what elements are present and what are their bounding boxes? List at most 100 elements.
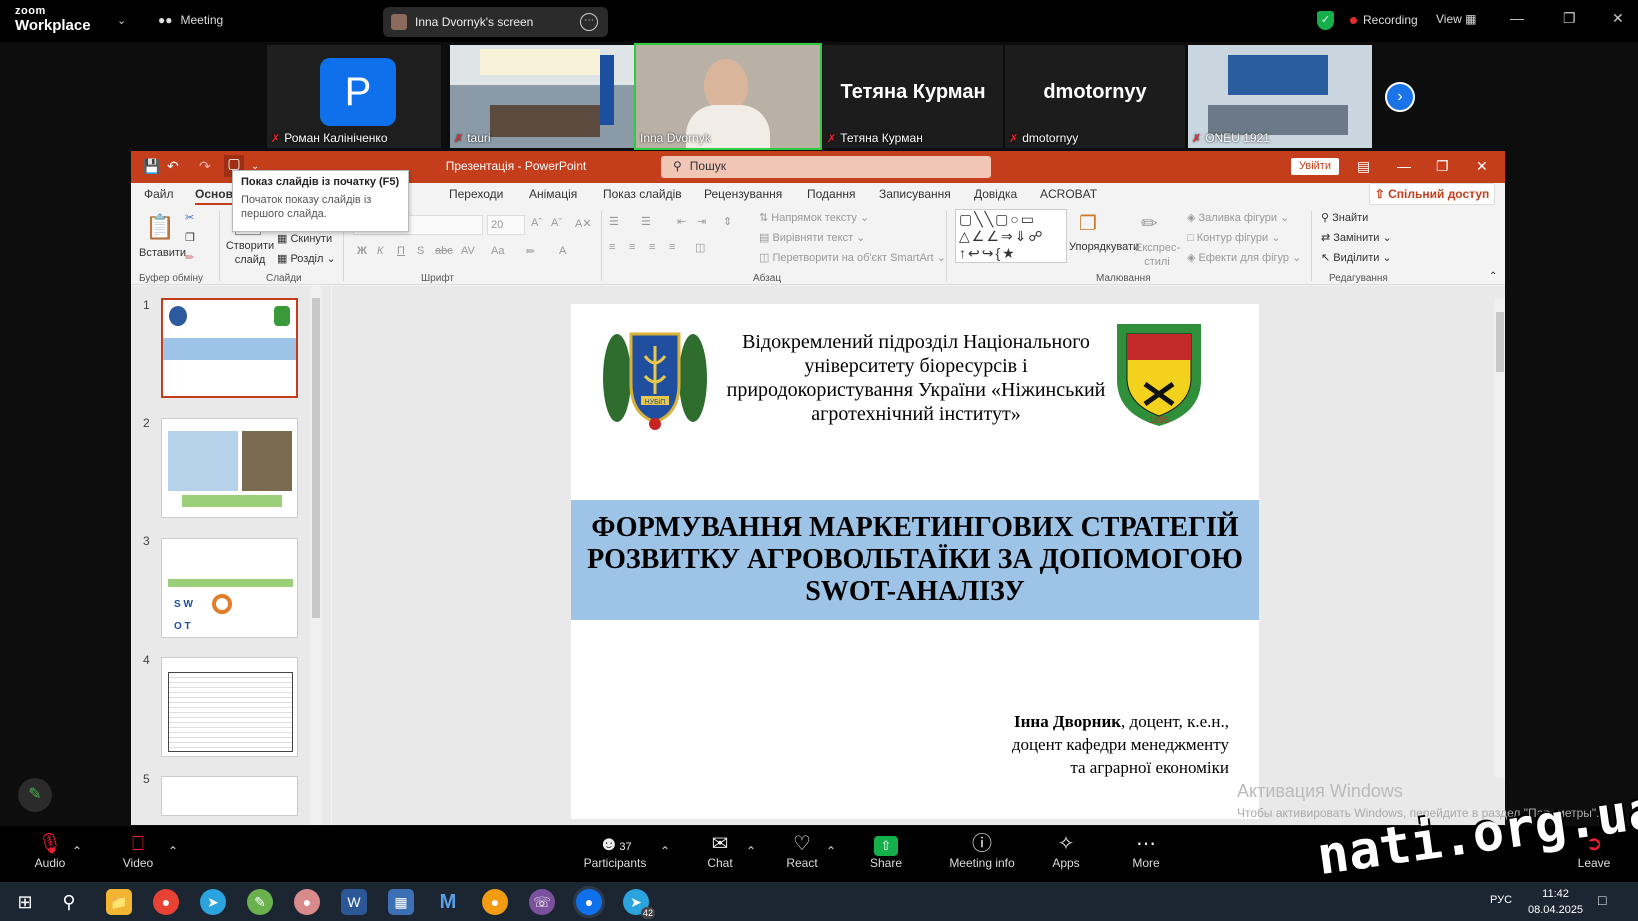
zoom-icon[interactable]: ● bbox=[576, 889, 602, 915]
slide-thumbnail-5[interactable] bbox=[161, 776, 298, 816]
view-button[interactable]: View ▦ bbox=[1436, 12, 1476, 26]
sign-in-button[interactable]: Увійти bbox=[1291, 158, 1339, 175]
format-painter-icon[interactable]: ✏ bbox=[185, 251, 194, 264]
share-screen-button[interactable]: ⇧ Share bbox=[866, 832, 906, 870]
shapes-gallery[interactable]: ▢╲╲▢○▭ △∠∠⇒⇓☍ ↑↩↪{★ bbox=[955, 209, 1067, 263]
telegram-icon-2[interactable]: ➤ 42 bbox=[623, 889, 655, 919]
shape-outline-button[interactable]: □ Контур фігури ⌄ bbox=[1187, 231, 1280, 244]
thumb-scrollbar[interactable] bbox=[311, 286, 321, 825]
shape-fill-button[interactable]: ◈ Заливка фігури ⌄ bbox=[1187, 211, 1289, 224]
participants-button[interactable]: ☻37 Participants bbox=[580, 832, 650, 870]
close-icon[interactable]: ✕ bbox=[1612, 10, 1624, 27]
shape-effects-button[interactable]: ◈ Ефекти для фігур ⌄ bbox=[1187, 251, 1301, 264]
strikethrough-icon[interactable]: abc bbox=[435, 245, 453, 257]
line-spacing-icon[interactable]: ⇕ bbox=[723, 215, 732, 228]
replace-button[interactable]: ⇄ Замінити ⌄ bbox=[1321, 231, 1392, 244]
decrease-font-icon[interactable]: Aˇ bbox=[551, 217, 562, 229]
search-input[interactable]: ⚲ Пошук bbox=[661, 156, 991, 178]
copy-icon[interactable]: ❐ bbox=[185, 231, 195, 244]
file-explorer-icon[interactable]: 📁 bbox=[106, 889, 132, 915]
close-icon[interactable]: ✕ bbox=[1476, 158, 1488, 175]
slide-scrollbar[interactable] bbox=[1495, 298, 1505, 778]
decrease-indent-icon[interactable]: ⇤ bbox=[677, 215, 686, 228]
quick-styles-icon[interactable]: ✏ bbox=[1141, 211, 1158, 236]
restore-icon[interactable]: ❐ bbox=[1563, 10, 1576, 27]
align-left-icon[interactable]: ≡ bbox=[609, 241, 615, 253]
restore-icon[interactable]: ❐ bbox=[1436, 158, 1449, 175]
video-tile[interactable]: Тетяна Курман ✗ Тетяна Курман bbox=[823, 45, 1003, 148]
viber-icon[interactable]: ☏ bbox=[529, 889, 555, 915]
more-button[interactable]: ⋯ More bbox=[1126, 832, 1166, 870]
highlight-icon[interactable]: ✏ bbox=[526, 245, 535, 258]
video-button[interactable]: ⎕ Video bbox=[116, 832, 160, 870]
align-text-button[interactable]: ▤ Вирівняти текст ⌄ bbox=[759, 231, 865, 244]
find-button[interactable]: ⚲ Знайти bbox=[1321, 211, 1368, 224]
participants-options-chevron-icon[interactable]: ⌃ bbox=[660, 844, 670, 858]
quick-styles-button[interactable]: Експрес-стилі bbox=[1135, 241, 1180, 269]
video-tile-active-speaker[interactable]: Inna Dvornyk bbox=[634, 43, 822, 150]
paste-button[interactable]: Вставити bbox=[139, 247, 186, 259]
audio-button[interactable]: 🎙 Audio bbox=[28, 832, 72, 870]
scrollbar-thumb[interactable] bbox=[312, 298, 320, 618]
recording-indicator[interactable]: Recording bbox=[1350, 13, 1418, 27]
slide-thumbnail-4[interactable] bbox=[161, 657, 298, 757]
new-slide-button[interactable]: Створити слайд bbox=[225, 239, 275, 267]
select-button[interactable]: ↖ Виділити ⌄ bbox=[1321, 251, 1392, 264]
scrollbar-thumb[interactable] bbox=[1496, 312, 1504, 372]
redo-icon[interactable]: ↷ bbox=[199, 158, 211, 175]
chrome-icon[interactable]: ● bbox=[153, 889, 179, 915]
change-case-icon[interactable]: Aa bbox=[491, 245, 504, 257]
meeting-info-button[interactable]: ⓘ Meeting info bbox=[944, 832, 1020, 870]
shadow-icon[interactable]: S bbox=[417, 245, 424, 257]
minimize-icon[interactable]: — bbox=[1397, 158, 1411, 174]
reset-button[interactable]: ▦ Скинути bbox=[277, 232, 332, 245]
collapse-ribbon-icon[interactable]: ⌃ bbox=[1489, 271, 1497, 282]
slide-thumbnail-2[interactable] bbox=[161, 418, 298, 518]
app-icon[interactable]: ● bbox=[294, 889, 320, 915]
paste-icon[interactable]: 📋 bbox=[145, 213, 175, 242]
align-right-icon[interactable]: ≡ bbox=[649, 241, 655, 253]
meeting-menu[interactable]: ●● Meeting bbox=[158, 13, 223, 27]
tab-recording[interactable]: Записування bbox=[879, 187, 951, 201]
search-icon[interactable]: ⚲ bbox=[56, 889, 82, 915]
bold-icon[interactable]: Ж bbox=[357, 245, 367, 257]
chat-options-chevron-icon[interactable]: ⌃ bbox=[746, 844, 756, 858]
tab-transitions[interactable]: Переходи bbox=[449, 187, 503, 201]
moodle-icon[interactable]: M bbox=[435, 889, 461, 915]
tab-review[interactable]: Рецензування bbox=[704, 187, 782, 201]
video-tile[interactable]: ✗ tauri bbox=[450, 45, 634, 148]
undo-icon[interactable]: ↶ bbox=[167, 158, 179, 175]
audio-options-chevron-icon[interactable]: ⌃ bbox=[72, 844, 82, 858]
windows-start-icon[interactable]: ⊞ bbox=[12, 889, 38, 915]
video-tile[interactable]: P ✗ Роман Калініченко bbox=[267, 45, 441, 148]
more-options-icon[interactable]: ⋯ bbox=[580, 13, 598, 31]
arrange-button[interactable]: Упорядкувати bbox=[1069, 241, 1139, 253]
font-color-icon[interactable]: A bbox=[559, 245, 566, 257]
tab-slideshow[interactable]: Показ слайдів bbox=[603, 187, 682, 201]
increase-indent-icon[interactable]: ⇥ bbox=[697, 215, 706, 228]
react-button[interactable]: ♡ React bbox=[782, 832, 822, 870]
security-shield-icon[interactable]: ✓ bbox=[1317, 11, 1334, 30]
arrange-icon[interactable]: ❐ bbox=[1079, 211, 1097, 236]
react-options-chevron-icon[interactable]: ⌃ bbox=[826, 844, 836, 858]
tab-view[interactable]: Подання bbox=[807, 187, 855, 201]
justify-icon[interactable]: ≡ bbox=[669, 241, 675, 253]
section-button[interactable]: ▦ Розділ ⌄ bbox=[277, 252, 336, 265]
cut-icon[interactable]: ✂ bbox=[185, 211, 194, 224]
text-direction-button[interactable]: ⇅ Напрямок тексту ⌄ bbox=[759, 211, 869, 224]
calculator-icon[interactable]: ▦ bbox=[388, 889, 414, 915]
tab-acrobat[interactable]: ACROBAT bbox=[1040, 187, 1097, 201]
increase-font-icon[interactable]: Aˆ bbox=[531, 217, 542, 229]
tab-help[interactable]: Довідка bbox=[974, 187, 1017, 201]
minimize-icon[interactable]: — bbox=[1510, 10, 1524, 26]
annotate-pen-icon[interactable]: ✎ bbox=[18, 778, 52, 812]
video-tile[interactable]: dmotornyy ✗ dmotornyy bbox=[1005, 45, 1185, 148]
browser-icon[interactable]: ● bbox=[482, 889, 508, 915]
smartart-button[interactable]: ◫ Перетворити на об'єкт SmartArt ⌄ bbox=[759, 251, 946, 264]
columns-icon[interactable]: ◫ bbox=[695, 241, 705, 254]
ribbon-display-icon[interactable]: ▤ bbox=[1357, 158, 1370, 175]
share-button[interactable]: ⇧ Спільний доступ bbox=[1369, 183, 1495, 205]
clear-formatting-icon[interactable]: A✕ bbox=[575, 217, 592, 230]
chat-button[interactable]: ✉ Chat bbox=[700, 832, 740, 870]
numbering-icon[interactable]: ☰ bbox=[641, 215, 651, 228]
